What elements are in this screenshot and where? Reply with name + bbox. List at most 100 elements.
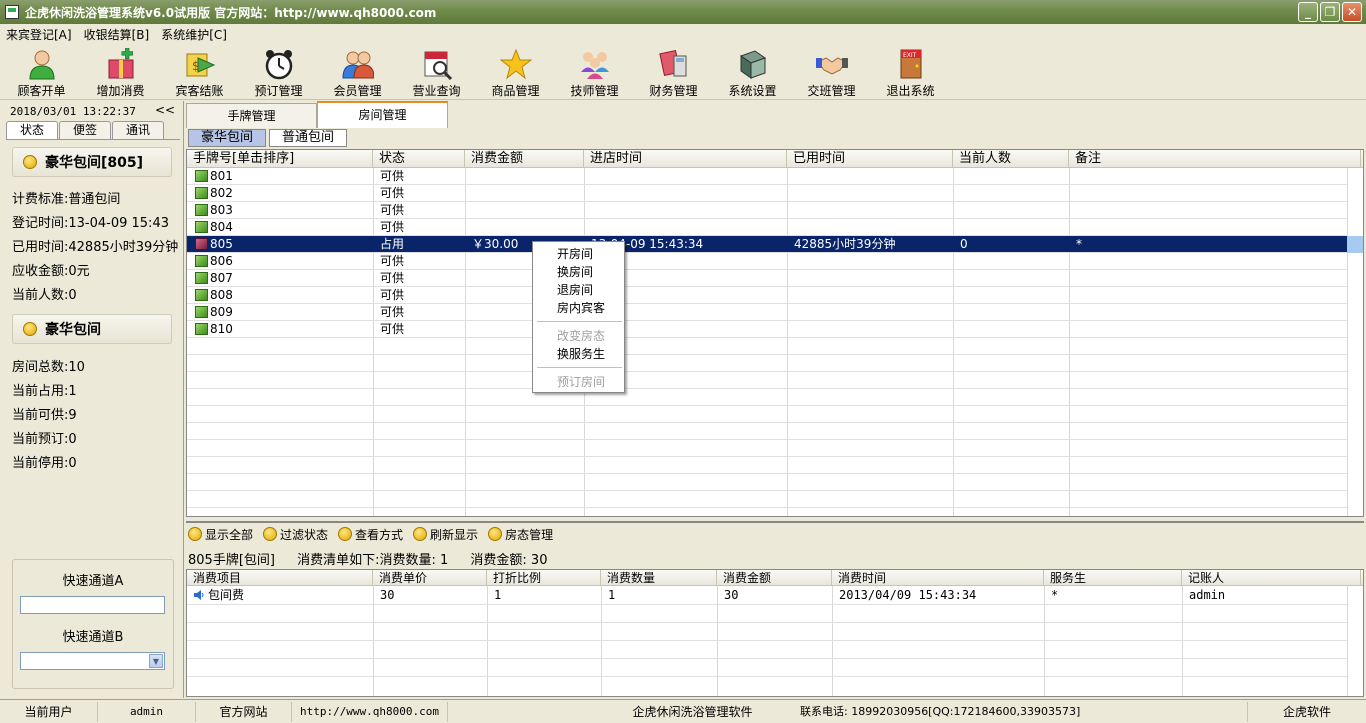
room-row[interactable]: 807 可供 — [187, 270, 1347, 287]
room-number: 808 — [210, 288, 233, 302]
available-room-icon — [195, 323, 208, 335]
menu-change-room[interactable]: 换房间 — [557, 263, 593, 280]
menu-reserve-room: 预订房间 — [557, 375, 606, 389]
grid-line — [187, 371, 1347, 372]
maximize-button[interactable]: ❐ — [1320, 2, 1340, 22]
consumption-row[interactable]: 包间费 30 1 1 30 2013/04/09 15:43:34 * admi… — [187, 587, 1347, 604]
menu-room-guests[interactable]: 房内宾客 — [557, 299, 605, 316]
view-mode-button[interactable]: 查看方式 — [336, 526, 403, 543]
exit-system-button[interactable]: EXIT 退出系统 — [871, 44, 950, 99]
reservation-button[interactable]: 预订管理 — [239, 44, 318, 99]
grid-line — [187, 473, 1347, 474]
column-item[interactable]: 消费项目 — [187, 570, 373, 586]
room-row[interactable]: 810 可供 — [187, 321, 1347, 338]
room-row[interactable]: 804 可供 — [187, 219, 1347, 236]
column-amount[interactable]: 消费金额 — [465, 150, 584, 168]
room-number: 810 — [210, 322, 233, 336]
room-note: * — [1076, 237, 1082, 251]
column-card-no[interactable]: 手牌号[单击排序] — [187, 150, 373, 168]
menu-maintenance[interactable]: 系统维护[C] — [155, 26, 233, 43]
column-bookkeeper[interactable]: 记账人 — [1182, 570, 1361, 586]
quick-a-input[interactable] — [20, 596, 165, 614]
column-used-time[interactable]: 已用时间 — [787, 150, 953, 168]
tab-card-management[interactable]: 手牌管理 — [186, 103, 317, 128]
open-order-button[interactable]: 顾客开单 — [2, 44, 81, 99]
room-status: 可供 — [380, 186, 405, 200]
tab-communication[interactable]: 通讯 — [112, 121, 164, 139]
calendar-search-icon — [420, 47, 454, 80]
column-in-time[interactable]: 进店时间 — [584, 150, 787, 168]
column-unit-price[interactable]: 消费单价 — [373, 570, 487, 586]
room-row[interactable]: 808 可供 — [187, 287, 1347, 304]
tab-notes[interactable]: 便签 — [59, 121, 111, 139]
minimize-button[interactable]: _ — [1298, 2, 1318, 22]
quick-b-select[interactable]: ▼ — [20, 652, 165, 670]
collapse-panel-button[interactable]: << — [155, 103, 175, 117]
current-datetime: 2018/03/01 13:22:37 — [10, 105, 136, 118]
register-time: 登记时间:13-04-09 15:43 — [12, 216, 169, 231]
tab-normal-room[interactable]: 普通包间 — [269, 129, 348, 147]
tab-luxury-room[interactable]: 豪华包间 — [188, 129, 267, 147]
category-icon — [23, 322, 37, 336]
menu-checkout-room[interactable]: 退房间 — [557, 281, 593, 298]
technician-button[interactable]: 技师管理 — [555, 44, 634, 99]
current-user-label: 当前用户 — [0, 702, 98, 722]
system-settings-button[interactable]: 系统设置 — [713, 44, 792, 99]
room-row[interactable]: 809 可供 — [187, 304, 1347, 321]
row-selection-end — [1347, 236, 1363, 253]
room-status: 可供 — [380, 203, 405, 217]
finance-icon — [657, 47, 691, 80]
member-button[interactable]: 会员管理 — [318, 44, 397, 99]
members-icon — [341, 47, 375, 80]
main-area: 手牌管理 房间管理 豪华包间 普通包间 手牌号[单击排序] 状态 消费金额 进店… — [186, 101, 1366, 698]
shift-handover-button[interactable]: 交班管理 — [792, 44, 871, 99]
room-status-manage-button[interactable]: 房态管理 — [486, 526, 553, 543]
column-discount[interactable]: 打折比例 — [487, 570, 601, 586]
tab-room-management[interactable]: 房间管理 — [317, 101, 448, 128]
add-consumption-button[interactable]: 增加消费 — [81, 44, 160, 99]
room-row[interactable]: 801 可供 — [187, 168, 1347, 185]
menu-change-room-status: 改变房态 — [557, 329, 606, 343]
available-room-icon — [195, 187, 208, 199]
star-icon — [499, 47, 533, 80]
room-row[interactable]: 803 可供 — [187, 202, 1347, 219]
column-people[interactable]: 当前人数 — [953, 150, 1069, 168]
menu-checkout[interactable]: 收银结算[B] — [78, 26, 156, 43]
available-room-icon — [195, 221, 208, 233]
column-detail-amount[interactable]: 消费金额 — [717, 570, 832, 586]
room-amount: ￥30.00 — [472, 237, 519, 251]
website-url[interactable]: http://www.qh8000.com — [292, 702, 448, 722]
close-button[interactable]: ✕ — [1342, 2, 1362, 22]
website-label: 官方网站 — [196, 702, 292, 722]
column-note[interactable]: 备注 — [1069, 150, 1361, 168]
room-number: 809 — [210, 305, 233, 319]
guest-checkout-button[interactable]: $ 宾客结账 — [160, 44, 239, 99]
refresh-button[interactable]: 刷新显示 — [411, 526, 478, 543]
column-status[interactable]: 状态 — [373, 150, 465, 168]
window-controls: _ ❐ ✕ — [1298, 2, 1362, 22]
reserved-rooms: 当前预订:0 — [12, 432, 77, 447]
filter-status-button[interactable]: 过滤状态 — [261, 526, 328, 543]
chevron-down-icon[interactable]: ▼ — [149, 654, 163, 668]
column-server[interactable]: 服务生 — [1044, 570, 1182, 586]
column-time[interactable]: 消费时间 — [832, 570, 1044, 586]
room-row[interactable]: 806 可供 — [187, 253, 1347, 270]
speaker-icon — [193, 589, 205, 601]
room-status: 可供 — [380, 169, 405, 183]
menu-change-server[interactable]: 换服务生 — [557, 345, 605, 362]
menu-guest-register[interactable]: 来宾登记[A] — [0, 26, 78, 43]
room-number: 804 — [210, 220, 233, 234]
room-row[interactable]: 805 占用 ￥30.00 13-04-09 15:43:34 42885小时39分钟 0… — [187, 236, 1347, 253]
summary-amount: 消费金额: 30 — [470, 553, 548, 568]
tab-status[interactable]: 状态 — [6, 121, 58, 139]
room-table: 手牌号[单击排序] 状态 消费金额 进店时间 已用时间 当前人数 备注 801 可… — [186, 149, 1364, 517]
room-row[interactable]: 802 可供 — [187, 185, 1347, 202]
show-all-button[interactable]: 显示全部 — [186, 526, 253, 543]
finance-button[interactable]: 财务管理 — [634, 44, 713, 99]
menu-open-room[interactable]: 开房间 — [557, 245, 593, 262]
goods-button[interactable]: 商品管理 — [476, 44, 555, 99]
menu-bar: 来宾登记[A] 收银结算[B] 系统维护[C] — [0, 24, 1366, 44]
business-query-button[interactable]: 营业查询 — [397, 44, 476, 99]
occupied-room-icon — [195, 238, 208, 250]
column-quantity[interactable]: 消费数量 — [601, 570, 717, 586]
